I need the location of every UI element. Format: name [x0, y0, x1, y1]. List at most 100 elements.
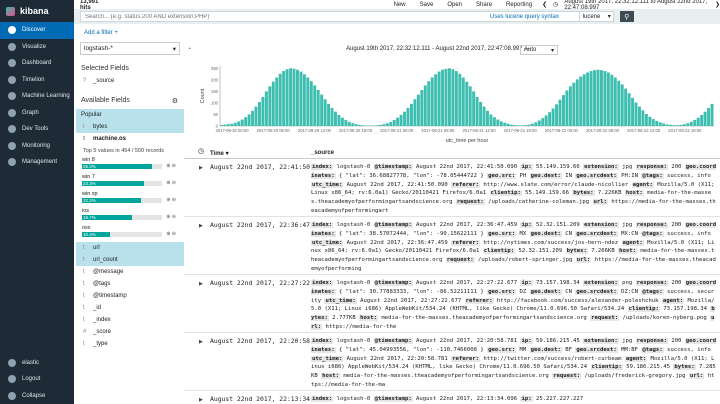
table-row[interactable]: ▶ August 22nd 2017, 22:36:47.459 index: lo… — [184, 218, 720, 275]
source-value: media-for-the-masses.theacademyofperform… — [339, 373, 553, 380]
menu-open[interactable]: Open — [447, 2, 462, 8]
source-key: url: — [592, 199, 609, 206]
menu-reporting[interactable]: Reporting — [506, 2, 532, 8]
nav-item-logout[interactable]: Logout — [0, 371, 74, 388]
time-column-header[interactable]: Time ▾ — [210, 150, 229, 157]
source-key: clientip: — [482, 248, 516, 255]
nav-item-dev-tools[interactable]: Dev Tools — [0, 121, 74, 138]
expand-row-icon[interactable]: ▶ — [199, 165, 203, 171]
histogram-bar — [375, 125, 379, 126]
nav-item-label: Monitoring — [22, 142, 51, 149]
wrench-icon — [8, 125, 16, 134]
filter-magnifier-icons[interactable]: ⊕ ⊖ — [166, 163, 176, 169]
row-source: index: logstash-0 @timestamp: August 22n… — [311, 221, 717, 274]
histogram-bar — [413, 99, 417, 126]
source-value: 55.149.159.66 — [532, 164, 584, 170]
kibana-logo[interactable]: kibana — [0, 0, 74, 22]
field-item[interactable]: t @message — [76, 266, 184, 278]
field-item[interactable]: t url_count — [76, 254, 184, 266]
field-item[interactable]: t @timestamp — [76, 290, 184, 302]
nav-item-management[interactable]: Management — [0, 154, 74, 171]
table-row[interactable]: ▶ August 22nd 2017, 22:27:22.677 index: lo… — [184, 276, 720, 333]
field-item[interactable]: # _score — [76, 326, 184, 338]
x-tick-label: 2017-08-20 18:00 — [339, 128, 373, 133]
chevron-left-icon[interactable]: ❮ — [542, 1, 547, 8]
histogram-bar — [492, 117, 496, 126]
field-name: _type — [93, 341, 108, 347]
histogram-bar — [220, 125, 223, 126]
nav-item-dashboard[interactable]: Dashboard — [0, 55, 74, 72]
filter-magnifier-icons[interactable]: ⊕ ⊖ — [166, 231, 176, 237]
source-value: 7.226KB — [594, 190, 625, 197]
expand-row-icon[interactable]: ▶ — [199, 339, 203, 345]
expand-row-icon[interactable]: ▶ — [199, 223, 203, 229]
histogram-bar — [444, 68, 448, 126]
user-icon — [8, 358, 16, 367]
chevron-right-icon[interactable]: ❯ — [715, 1, 720, 8]
source-key: host: — [624, 190, 644, 197]
gear-icon[interactable]: ⚙ — [172, 97, 178, 105]
menu-new[interactable]: New — [394, 2, 406, 8]
nav-item-visualize[interactable]: Visualize — [0, 39, 74, 56]
table-row[interactable]: ▶ August 22nd 2017, 22:20:58.781 index: lo… — [184, 334, 720, 391]
nav-item-discover[interactable]: Discover — [0, 22, 74, 39]
source-key: url: — [688, 373, 705, 380]
field-name: _score — [93, 329, 112, 335]
table-row[interactable]: ▶ August 22nd 2017, 22:13:34.096 index: lo… — [184, 392, 720, 404]
query-syntax-link[interactable]: Uses lucene query syntax — [490, 14, 559, 20]
field-item[interactable]: t _type — [76, 338, 184, 350]
nav-item-collapse[interactable]: Collapse — [0, 388, 74, 404]
nav-item-timelion[interactable]: Timelion — [0, 72, 74, 89]
field-item[interactable]: t url — [76, 242, 184, 254]
index-pattern-select[interactable]: logstash-* ▾ — [80, 42, 180, 55]
source-value: https://media-for-the — [322, 323, 397, 330]
field-item[interactable]: t @tags — [76, 278, 184, 290]
field-item[interactable]: t _index — [76, 314, 184, 326]
field-item[interactable]: t machine.os — [76, 133, 184, 145]
source-value: 200 — [667, 222, 685, 228]
source-key: utc_time: — [311, 355, 344, 362]
nav-item-graph[interactable]: Graph — [0, 105, 74, 122]
query-language-select[interactable]: lucene ▾ — [578, 11, 614, 22]
field-name: @tags — [93, 281, 111, 287]
field-item[interactable]: t bytes — [76, 121, 184, 133]
source-value: { "lat": 38.57072444, "lon": -90.1562211… — [335, 230, 488, 237]
filter-magnifier-icons[interactable]: ⊕ ⊖ — [166, 214, 176, 220]
compass-icon — [8, 26, 16, 35]
add-filter-link[interactable]: Add a filter + — [84, 30, 118, 36]
source-key: @timestamp: — [373, 222, 413, 228]
source-value: MM — [516, 346, 530, 353]
histogram-bar — [244, 117, 248, 126]
histogram-bar — [226, 124, 230, 126]
collapse-sidebar-icon[interactable]: ◔ — [187, 46, 191, 53]
source-key: ip: — [520, 338, 533, 344]
expand-row-icon[interactable]: ▶ — [199, 281, 203, 287]
x-tick-label: 2017-08-20 12:00 — [298, 128, 332, 133]
nav-item-monitoring[interactable]: Monitoring — [0, 138, 74, 155]
nav-item-machine-learning[interactable]: Machine Learning — [0, 88, 74, 105]
field-item[interactable]: t _id — [76, 302, 184, 314]
menu-save[interactable]: Save — [420, 2, 434, 8]
menu-share[interactable]: Share — [476, 2, 492, 8]
histogram-bar — [586, 72, 590, 126]
top-value-bar: ios 18.7% ⊕ ⊖ — [82, 208, 178, 223]
table-row[interactable]: ▶ August 22nd 2017, 22:41:50.090 index: lo… — [184, 160, 720, 217]
histogram-bar — [562, 95, 565, 126]
histogram-bar — [689, 121, 693, 126]
source-value: media-for-the-masses.theacademyofperform… — [378, 315, 591, 322]
nav-item-label: Logout — [22, 376, 41, 383]
filter-magnifier-icons[interactable]: ⊕ ⊖ — [166, 197, 176, 203]
histogram-bar — [361, 125, 365, 126]
interval-select[interactable]: Auto ▾ — [520, 45, 558, 55]
histogram-bar — [703, 111, 707, 126]
row-time: August 22nd 2017, 22:36:47.459 — [210, 221, 326, 229]
nav-item-elastic[interactable]: elastic — [0, 355, 74, 372]
search-button[interactable]: ⚲ — [619, 11, 634, 22]
row-time: August 22nd 2017, 22:13:34.096 — [210, 395, 326, 403]
expand-row-icon[interactable]: ▶ — [199, 397, 203, 403]
source-key: agent: — [661, 297, 685, 304]
top-value-bar: win 8 26.3% ⊕ ⊖ — [82, 157, 178, 172]
field-item[interactable]: ? _source — [76, 75, 184, 87]
histogram-bar — [330, 108, 334, 126]
filter-magnifier-icons[interactable]: ⊕ ⊖ — [166, 180, 176, 186]
